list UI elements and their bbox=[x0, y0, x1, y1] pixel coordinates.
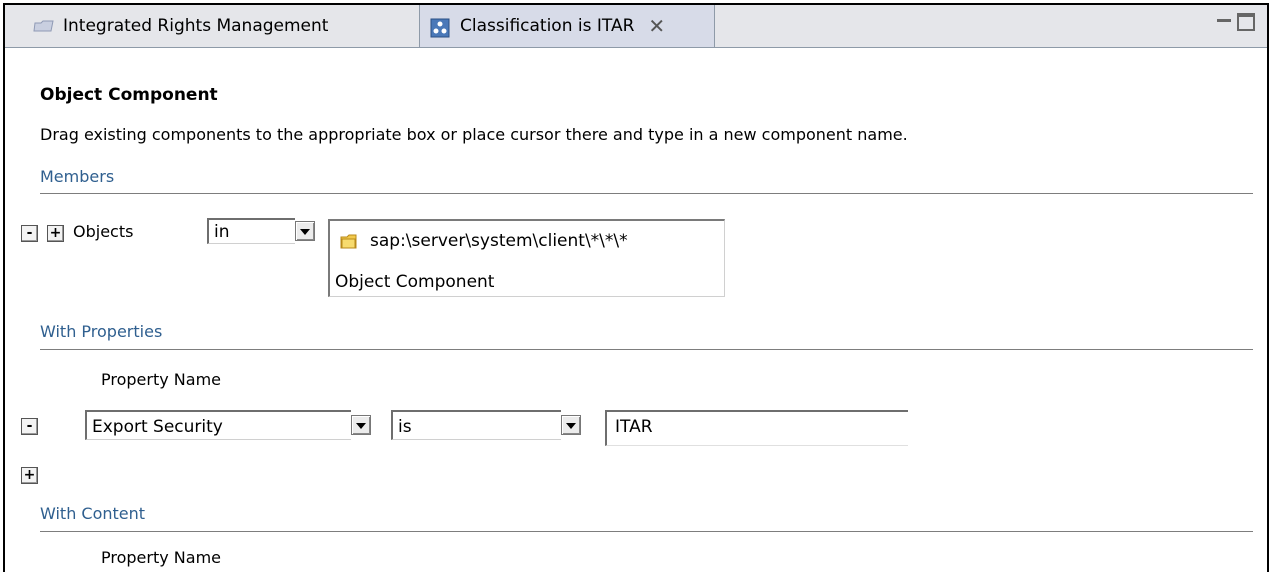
input-value: ITAR bbox=[615, 417, 653, 437]
section-with-properties-heading: With Properties bbox=[40, 322, 163, 341]
tab-bar: Integrated Rights Management Classificat… bbox=[5, 5, 1267, 48]
window-controls bbox=[1217, 13, 1255, 31]
property-name-column-header: Property Name bbox=[101, 548, 221, 567]
add-member-button[interactable]: + bbox=[47, 225, 64, 242]
property-name-column-header: Property Name bbox=[101, 370, 221, 389]
objects-label: Objects bbox=[73, 222, 134, 241]
property-value-input[interactable]: ITAR bbox=[605, 410, 908, 446]
minimize-icon[interactable] bbox=[1217, 19, 1231, 29]
tab-integrated-rights-management[interactable]: Integrated Rights Management bbox=[5, 5, 419, 47]
chevron-down-icon[interactable] bbox=[561, 415, 581, 435]
tab-classification-is-itar[interactable]: Classification is ITAR ✕ bbox=[419, 5, 715, 47]
section-divider bbox=[40, 193, 1253, 194]
folder-icon bbox=[33, 18, 55, 34]
selected-value: is bbox=[398, 417, 412, 437]
close-icon[interactable]: ✕ bbox=[648, 16, 665, 36]
remove-property-button[interactable]: - bbox=[21, 418, 38, 435]
maximize-icon[interactable] bbox=[1237, 13, 1255, 31]
object-component-drop-box[interactable]: sap:\server\system\client\*\*\* Object C… bbox=[328, 219, 725, 297]
section-divider bbox=[40, 349, 1253, 350]
object-caption: Object Component bbox=[335, 272, 495, 292]
object-path: sap:\server\system\client\*\*\* bbox=[370, 231, 628, 251]
page-title: Object Component bbox=[40, 85, 218, 105]
remove-member-button[interactable]: - bbox=[21, 225, 38, 242]
editor-content: Object Component Drag existing component… bbox=[5, 48, 1267, 572]
add-property-button[interactable]: + bbox=[21, 467, 38, 484]
property-name-select[interactable]: Export Security bbox=[85, 410, 351, 440]
tab-label: Integrated Rights Management bbox=[63, 16, 329, 36]
chevron-down-icon[interactable] bbox=[351, 415, 371, 435]
selected-value: Export Security bbox=[92, 417, 223, 437]
folder-icon bbox=[339, 231, 359, 255]
classification-icon bbox=[430, 18, 452, 38]
members-operator-select[interactable]: in bbox=[207, 218, 295, 244]
section-with-content-heading: With Content bbox=[40, 504, 146, 523]
section-divider bbox=[40, 531, 1253, 532]
section-members-heading: Members bbox=[40, 167, 115, 186]
chevron-down-icon[interactable] bbox=[295, 221, 315, 241]
selected-value: in bbox=[214, 222, 230, 242]
page-description: Drag existing components to the appropri… bbox=[40, 125, 908, 144]
editor-window: Integrated Rights Management Classificat… bbox=[3, 3, 1269, 572]
property-operator-select[interactable]: is bbox=[391, 410, 561, 440]
tab-label: Classification is ITAR bbox=[460, 16, 635, 36]
